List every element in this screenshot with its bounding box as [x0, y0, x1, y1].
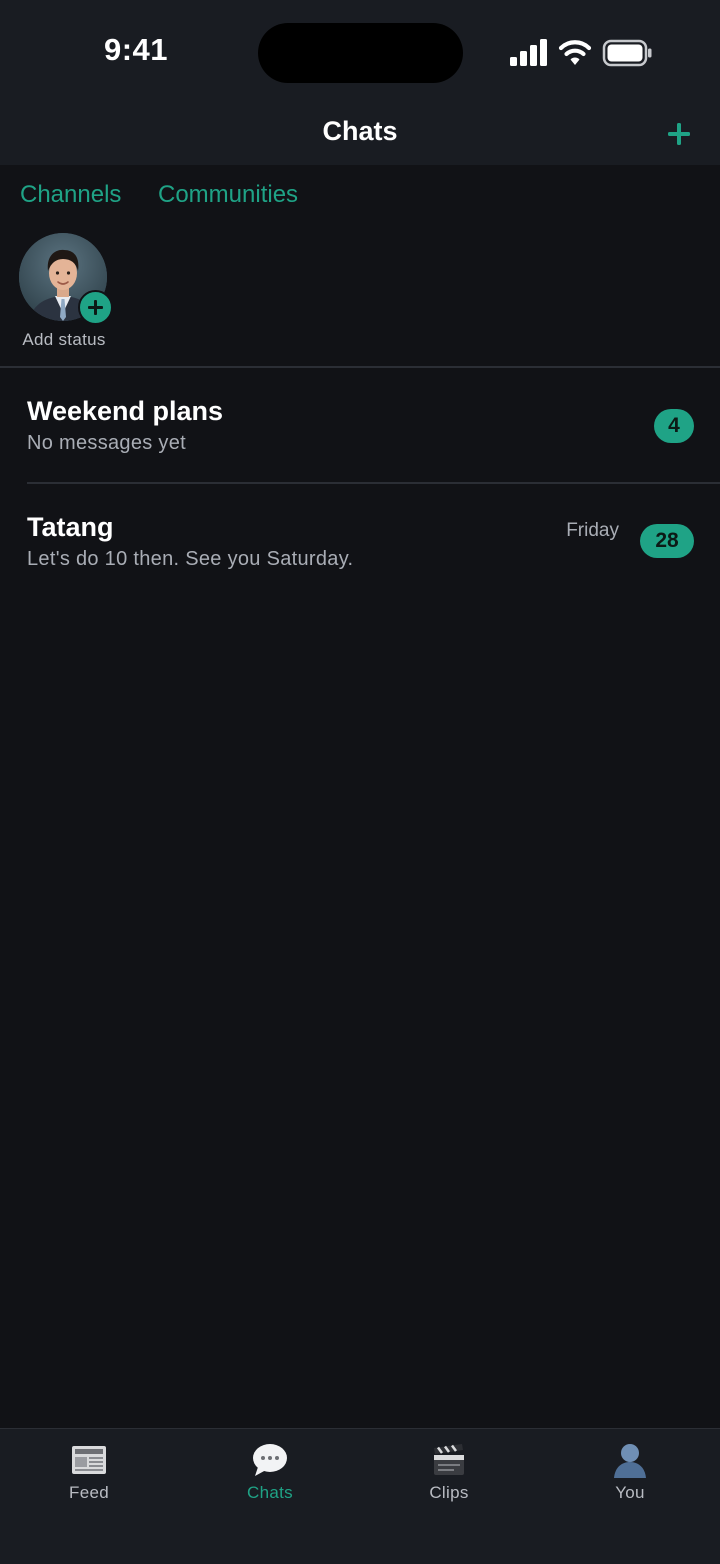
chat-row-weekend-plans[interactable]: Weekend plans No messages yet 4: [0, 368, 720, 484]
chat-row-tatang[interactable]: Tatang Let's do 10 then. See you Saturda…: [0, 484, 720, 600]
cellular-signal-icon: [508, 36, 550, 70]
dynamic-island: [258, 23, 463, 83]
chat-timestamp: Friday: [566, 520, 619, 541]
status-bar-time: 9:41: [103, 32, 169, 67]
chats-screen: 9:41 Chats Channels Communities Add stat…: [0, 0, 720, 1564]
plus-icon: [668, 123, 690, 145]
tab-label: Feed: [69, 1483, 109, 1502]
newspaper-icon: [70, 1441, 108, 1479]
top-bar: 9:41 Chats: [0, 0, 720, 165]
page-title: Chats: [322, 116, 398, 146]
tab-feed[interactable]: Feed: [29, 1441, 149, 1521]
person-icon: [611, 1441, 649, 1479]
tab-clips[interactable]: Clips: [389, 1441, 509, 1521]
new-chat-button[interactable]: [660, 114, 698, 154]
chat-name: Weekend plans: [27, 396, 224, 426]
tab-label: Clips: [429, 1483, 469, 1502]
battery-icon: [602, 36, 654, 70]
add-status-label: Add status: [22, 330, 106, 349]
tab-label: Chats: [247, 1483, 293, 1502]
status-bar-icons: [508, 36, 658, 70]
clapperboard-icon: [430, 1441, 468, 1479]
chat-preview: No messages yet: [27, 432, 187, 454]
tab-chats[interactable]: Chats: [210, 1441, 330, 1521]
wifi-icon: [558, 36, 592, 70]
unread-count-badge: 28: [640, 524, 694, 558]
add-status-plus-icon: [78, 290, 113, 325]
chat-preview: Let's do 10 then. See you Saturday.: [27, 548, 354, 570]
tab-you[interactable]: You: [570, 1441, 690, 1521]
add-status-button[interactable]: Add status: [14, 232, 114, 352]
speech-bubble-icon: [251, 1441, 289, 1479]
communities-link[interactable]: Communities: [158, 181, 298, 209]
tab-label: You: [615, 1483, 645, 1502]
tab-bar: Feed Chats Clips You: [0, 1428, 720, 1564]
chat-name: Tatang: [27, 512, 114, 542]
unread-count-badge: 4: [654, 409, 694, 443]
channels-link[interactable]: Channels: [20, 181, 121, 209]
